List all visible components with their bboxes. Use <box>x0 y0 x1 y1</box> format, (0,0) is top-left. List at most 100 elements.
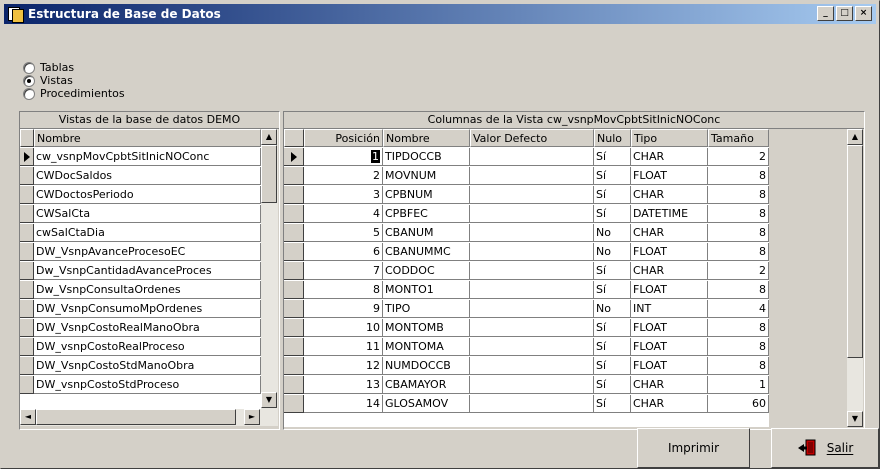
table-cell[interactable]: 6 <box>304 243 383 261</box>
table-cell[interactable]: FLOAT <box>631 357 708 375</box>
table-cell[interactable] <box>470 243 594 261</box>
row-indicator[interactable] <box>20 357 34 375</box>
column-header-nombre[interactable]: Nombre <box>34 129 261 147</box>
table-cell[interactable]: 8 <box>708 319 769 337</box>
table-row[interactable]: 9 TIPO No INT 4 <box>284 300 769 319</box>
table-cell[interactable]: No <box>594 300 631 318</box>
table-cell[interactable]: 14 <box>304 395 383 413</box>
table-cell[interactable]: FLOAT <box>631 243 708 261</box>
table-row[interactable]: 3 CPBNUM Sí CHAR 8 <box>284 186 769 205</box>
table-cell[interactable] <box>470 186 594 204</box>
table-cell[interactable]: 8 <box>708 186 769 204</box>
table-cell[interactable]: 8 <box>708 357 769 375</box>
table-cell[interactable] <box>470 281 594 299</box>
table-cell[interactable]: CHAR <box>631 376 708 394</box>
maximize-icon[interactable]: □ <box>836 6 853 21</box>
table-cell[interactable]: CHAR <box>631 148 708 166</box>
table-cell[interactable]: Sí <box>594 262 631 280</box>
row-indicator[interactable] <box>284 148 304 166</box>
table-cell[interactable]: CPBFEC <box>383 205 470 223</box>
table-cell[interactable]: CHAR <box>631 186 708 204</box>
list-item[interactable]: DW_VsnpCostoStdManoObra <box>20 357 261 376</box>
row-indicator[interactable] <box>20 186 34 204</box>
table-cell[interactable]: No <box>594 243 631 261</box>
row-indicator[interactable] <box>284 319 304 337</box>
radio-circle[interactable] <box>23 61 35 74</box>
row-indicator[interactable] <box>20 338 34 356</box>
row-indicator[interactable] <box>284 357 304 375</box>
print-button[interactable]: Imprimir <box>637 428 750 468</box>
table-cell[interactable]: 5 <box>304 224 383 242</box>
table-cell[interactable]: CHAR <box>631 395 708 413</box>
list-item[interactable]: cwSalCtaDia <box>20 224 261 243</box>
view-name-cell[interactable]: DW_vsnpCostoStdProceso <box>34 376 261 394</box>
table-cell[interactable]: INT <box>631 300 708 318</box>
table-cell[interactable]: DATETIME <box>631 205 708 223</box>
row-indicator[interactable] <box>284 224 304 242</box>
row-indicator[interactable] <box>20 281 34 299</box>
table-cell[interactable]: MONTOMB <box>383 319 470 337</box>
table-row[interactable]: 4 CPBFEC Sí DATETIME 8 <box>284 205 769 224</box>
list-item[interactable]: CWDocSaldos <box>20 167 261 186</box>
row-indicator[interactable] <box>20 148 34 166</box>
row-indicator[interactable] <box>20 319 34 337</box>
table-cell[interactable] <box>470 148 594 166</box>
radio-circle[interactable] <box>23 87 35 100</box>
list-item[interactable]: DW_vsnpCostoStdProceso <box>20 376 261 395</box>
view-name-cell[interactable]: CWSalCta <box>34 205 261 223</box>
view-name-cell[interactable]: Dw_VsnpConsultaOrdenes <box>34 281 261 299</box>
table-cell[interactable]: 7 <box>304 262 383 280</box>
table-cell[interactable]: 8 <box>708 205 769 223</box>
table-cell[interactable]: 1 <box>708 376 769 394</box>
row-indicator[interactable] <box>284 243 304 261</box>
radio-vistas[interactable]: Vistas <box>23 74 125 87</box>
table-cell[interactable]: No <box>594 224 631 242</box>
table-cell[interactable]: FLOAT <box>631 167 708 185</box>
table-cell[interactable]: 8 <box>708 167 769 185</box>
table-cell[interactable]: 10 <box>304 319 383 337</box>
table-row[interactable]: 1 TIPDOCCB Sí CHAR 2 <box>284 148 769 167</box>
table-cell[interactable]: 1 <box>304 148 383 166</box>
row-indicator[interactable] <box>20 224 34 242</box>
table-cell[interactable]: 4 <box>708 300 769 318</box>
columns-vertical-scrollbar[interactable]: ▲ ▼ <box>847 129 863 427</box>
table-cell[interactable]: Sí <box>594 167 631 185</box>
list-item[interactable]: CWSalCta <box>20 205 261 224</box>
exit-button[interactable]: Salir <box>771 428 879 468</box>
row-indicator[interactable] <box>284 300 304 318</box>
row-indicator[interactable] <box>284 205 304 223</box>
table-row[interactable]: 7 CODDOC Sí CHAR 2 <box>284 262 769 281</box>
row-indicator[interactable] <box>284 376 304 394</box>
table-cell[interactable] <box>470 338 594 356</box>
table-cell[interactable]: 13 <box>304 376 383 394</box>
table-cell[interactable] <box>470 224 594 242</box>
scroll-up-icon[interactable]: ▲ <box>847 129 863 145</box>
row-indicator[interactable] <box>284 281 304 299</box>
table-cell[interactable]: 8 <box>708 338 769 356</box>
row-indicator[interactable] <box>284 338 304 356</box>
table-cell[interactable]: CHAR <box>631 224 708 242</box>
table-row[interactable]: 14 GLOSAMOV Sí CHAR 60 <box>284 395 769 414</box>
row-indicator[interactable] <box>20 376 34 394</box>
table-cell[interactable]: 4 <box>304 205 383 223</box>
table-row[interactable]: 13 CBAMAYOR Sí CHAR 1 <box>284 376 769 395</box>
view-name-cell[interactable]: CWDocSaldos <box>34 167 261 185</box>
table-cell[interactable]: 2 <box>708 262 769 280</box>
row-indicator[interactable] <box>20 167 34 185</box>
table-cell[interactable]: 8 <box>304 281 383 299</box>
view-name-cell[interactable]: cw_vsnpMovCpbtSitInicNOConc <box>34 148 261 166</box>
scroll-right-icon[interactable]: ► <box>244 409 260 425</box>
table-cell[interactable]: 60 <box>708 395 769 413</box>
table-cell[interactable] <box>470 205 594 223</box>
views-vertical-scrollbar[interactable]: ▲ ▼ <box>261 129 278 409</box>
table-cell[interactable] <box>470 376 594 394</box>
table-cell[interactable]: FLOAT <box>631 319 708 337</box>
view-name-cell[interactable]: DW_VsnpCostoRealManoObra <box>34 319 261 337</box>
table-cell[interactable]: 2 <box>304 167 383 185</box>
table-row[interactable]: 8 MONTO1 Sí FLOAT 8 <box>284 281 769 300</box>
radio-tablas[interactable]: Tablas <box>23 61 125 74</box>
table-cell[interactable]: TIPO <box>383 300 470 318</box>
row-indicator[interactable] <box>284 167 304 185</box>
radio-circle[interactable] <box>23 74 35 87</box>
view-name-cell[interactable]: DW_VsnpConsumoMpOrdenes <box>34 300 261 318</box>
